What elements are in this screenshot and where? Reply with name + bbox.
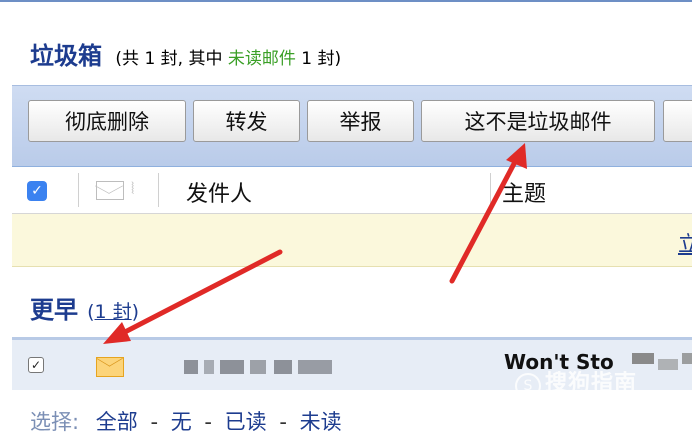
- arrow-head-not-spam: [506, 143, 527, 169]
- annotation-arrows: [103, 143, 527, 344]
- arrow-head-envelope: [103, 322, 131, 344]
- arrow-to-not-spam: [449, 157, 519, 284]
- arrow-to-envelope: [120, 249, 283, 336]
